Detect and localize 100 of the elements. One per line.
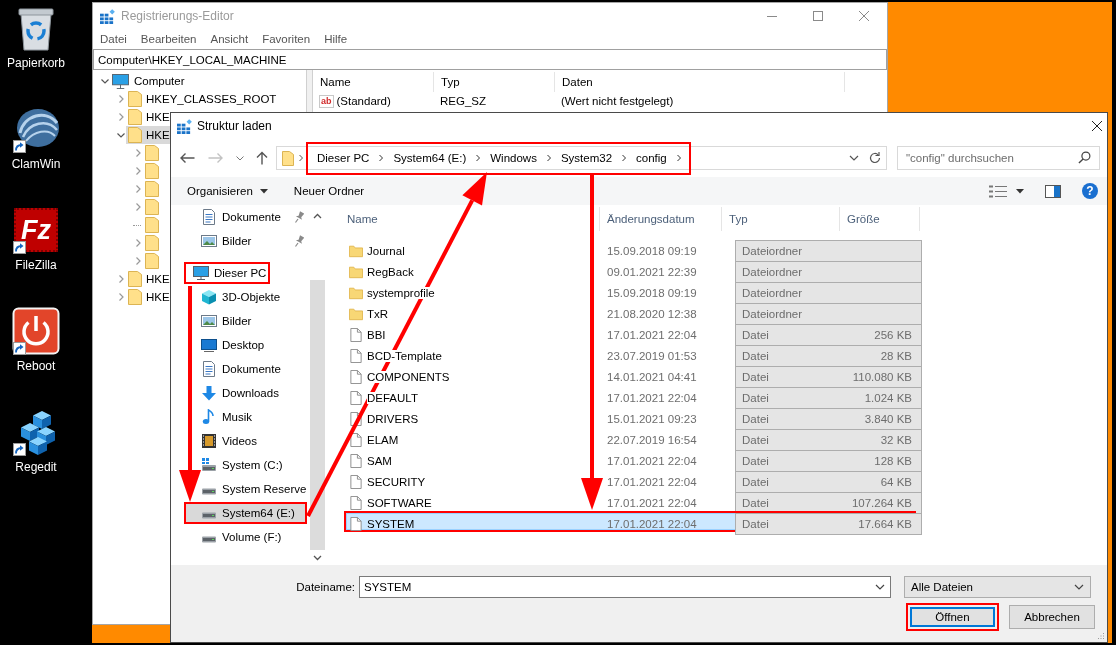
menu-item[interactable]: Hilfe [317, 33, 355, 45]
chevron-icon[interactable] [621, 154, 628, 162]
shortcut-item[interactable]: Fz FileZilla [0, 206, 72, 307]
pin-icon[interactable] [294, 211, 304, 223]
file-row[interactable]: ELAM 22.07.2019 16:54 Datei 32 KB [344, 427, 916, 448]
preview-pane-icon[interactable] [1045, 184, 1061, 198]
nav-item[interactable]: Dokumente [200, 358, 283, 380]
toolbar-button[interactable]: Neuer Ordner [286, 179, 372, 203]
folder-icon[interactable] [145, 253, 159, 269]
chevron-right-icon[interactable] [133, 148, 143, 158]
pin-icon[interactable] [294, 235, 304, 247]
file-row[interactable]: BCD-Template 23.07.2019 01:53 Datei 28 KB [344, 343, 916, 364]
tree-item[interactable]: Computer [110, 72, 185, 90]
resize-grip-icon[interactable] [1097, 632, 1105, 640]
up-arrow-icon[interactable] [255, 151, 269, 165]
address-field[interactable]: Computer\HKEY_LOCAL_MACHINE [93, 49, 887, 70]
folder-icon[interactable] [145, 145, 159, 161]
tree-item[interactable]: HKE [126, 288, 170, 306]
breadcrumb-segment[interactable]: config [631, 148, 672, 168]
file-row[interactable]: SAM 17.01.2021 22:04 Datei 128 KB [344, 448, 916, 469]
menu-item[interactable]: Datei [93, 33, 134, 45]
tree-item[interactable]: HKE [126, 270, 170, 288]
search-icon[interactable] [1078, 151, 1091, 164]
file-row[interactable]: DRIVERS 15.01.2021 09:23 Datei 3.840 KB [344, 406, 916, 427]
menu-item[interactable]: Favoriten [255, 33, 318, 45]
nav-item[interactable]: System64 (E:) [184, 502, 307, 524]
file-name-field[interactable]: SYSTEM [359, 576, 891, 598]
folder-icon[interactable] [145, 163, 159, 179]
nav-item[interactable]: System (C:) [200, 454, 285, 476]
nav-item[interactable]: System Reserve [200, 478, 309, 500]
scroll-down-icon[interactable] [313, 555, 322, 561]
menu-item[interactable]: Bearbeiten [133, 33, 204, 45]
scrollbar-thumb[interactable] [310, 280, 325, 550]
chevron-icon[interactable] [378, 154, 385, 162]
chevron-down-icon[interactable] [100, 76, 110, 86]
chevron-icon[interactable] [545, 154, 552, 162]
column-header[interactable]: Typ [722, 207, 840, 231]
dialog-button[interactable]: Öffnen [906, 603, 999, 631]
column-header[interactable]: Daten [555, 72, 845, 92]
file-row[interactable]: BBI 17.01.2021 22:04 Datei 256 KB [344, 322, 916, 343]
tree-item[interactable]: HKE [126, 108, 170, 126]
nav-item[interactable]: Volume (F:) [200, 526, 284, 548]
column-header[interactable]: Name [313, 72, 434, 92]
caret-icon[interactable] [1016, 188, 1024, 194]
nav-item[interactable]: 3D-Objekte [200, 286, 283, 308]
nav-item[interactable]: Desktop [200, 334, 267, 356]
nav-item[interactable]: Dieser PC [184, 262, 271, 284]
chevron-right-icon[interactable] [116, 274, 126, 284]
column-header[interactable]: Name [340, 207, 600, 231]
folder-icon[interactable] [145, 217, 159, 233]
nav-item[interactable]: Musik [200, 406, 255, 428]
chevron-right-icon[interactable] [116, 112, 126, 122]
chevron-right-icon[interactable] [116, 292, 126, 302]
shortcut-item[interactable]: Regedit [0, 408, 72, 509]
search-field[interactable]: "config" durchsuchen [897, 146, 1100, 170]
help-button[interactable]: ? [1082, 183, 1098, 199]
view-options-icon[interactable] [989, 184, 1007, 198]
chevron-right-icon[interactable] [133, 202, 143, 212]
chevron-down-icon[interactable] [875, 584, 885, 590]
nav-item[interactable]: Videos [200, 430, 259, 452]
folder-icon[interactable] [145, 199, 159, 215]
scroll-up-icon[interactable] [313, 213, 322, 219]
chevron-right-icon[interactable] [133, 184, 143, 194]
chevron-icon[interactable] [298, 154, 304, 162]
chevron-right-icon[interactable] [133, 238, 143, 248]
folder-icon[interactable] [145, 181, 159, 197]
chevron-right-icon[interactable] [133, 256, 143, 266]
tree-item[interactable]: HKE [126, 126, 170, 144]
folder-icon[interactable] [145, 235, 159, 251]
breadcrumb-segment[interactable]: Dieser PC [312, 148, 375, 168]
forward-arrow-icon[interactable] [208, 152, 224, 164]
chevron-right-icon[interactable] [116, 94, 126, 104]
chevron-down-icon[interactable] [116, 130, 126, 140]
toolbar-button[interactable]: Organisieren [180, 179, 275, 203]
chevron-icon[interactable] [475, 154, 482, 162]
file-size: 1.024 KB [863, 392, 913, 404]
back-arrow-icon[interactable] [179, 152, 195, 164]
column-header[interactable]: Änderungsdatum [600, 207, 722, 231]
shortcut-item[interactable]: ClamWin [0, 105, 72, 206]
breadcrumb-segment[interactable]: System64 (E:) [388, 148, 472, 168]
file-type-dropdown[interactable]: Alle Dateien [904, 576, 1091, 598]
chevron-down-icon[interactable] [849, 155, 859, 161]
nav-item[interactable]: Bilder [200, 310, 254, 332]
shortcut-item[interactable]: Papierkorb [0, 4, 72, 105]
column-header[interactable]: Typ [434, 72, 555, 92]
nav-item[interactable]: Downloads [200, 382, 281, 404]
chevron-right-icon[interactable] [133, 166, 143, 176]
file-row[interactable]: COMPONENTS 14.01.2021 04:41 Datei 110.080 KB [344, 364, 916, 385]
nav-item[interactable]: Bilder [200, 230, 307, 252]
nav-item[interactable]: Dokumente [200, 206, 307, 228]
dialog-button[interactable]: Abbrechen [1009, 605, 1095, 629]
shortcut-item[interactable]: Reboot [0, 307, 72, 408]
menu-item[interactable]: Ansicht [203, 33, 256, 45]
breadcrumb-segment[interactable]: Windows [485, 148, 542, 168]
breadcrumb-segment[interactable]: System32 [555, 148, 618, 168]
tree-item[interactable]: HKEY_CLASSES_ROOT [126, 90, 277, 108]
refresh-icon[interactable] [868, 151, 882, 165]
chevron-icon[interactable] [675, 154, 682, 162]
column-header[interactable]: Größe [840, 207, 920, 231]
file-row[interactable]: DEFAULT 17.01.2021 22:04 Datei 1.024 KB [344, 385, 916, 406]
